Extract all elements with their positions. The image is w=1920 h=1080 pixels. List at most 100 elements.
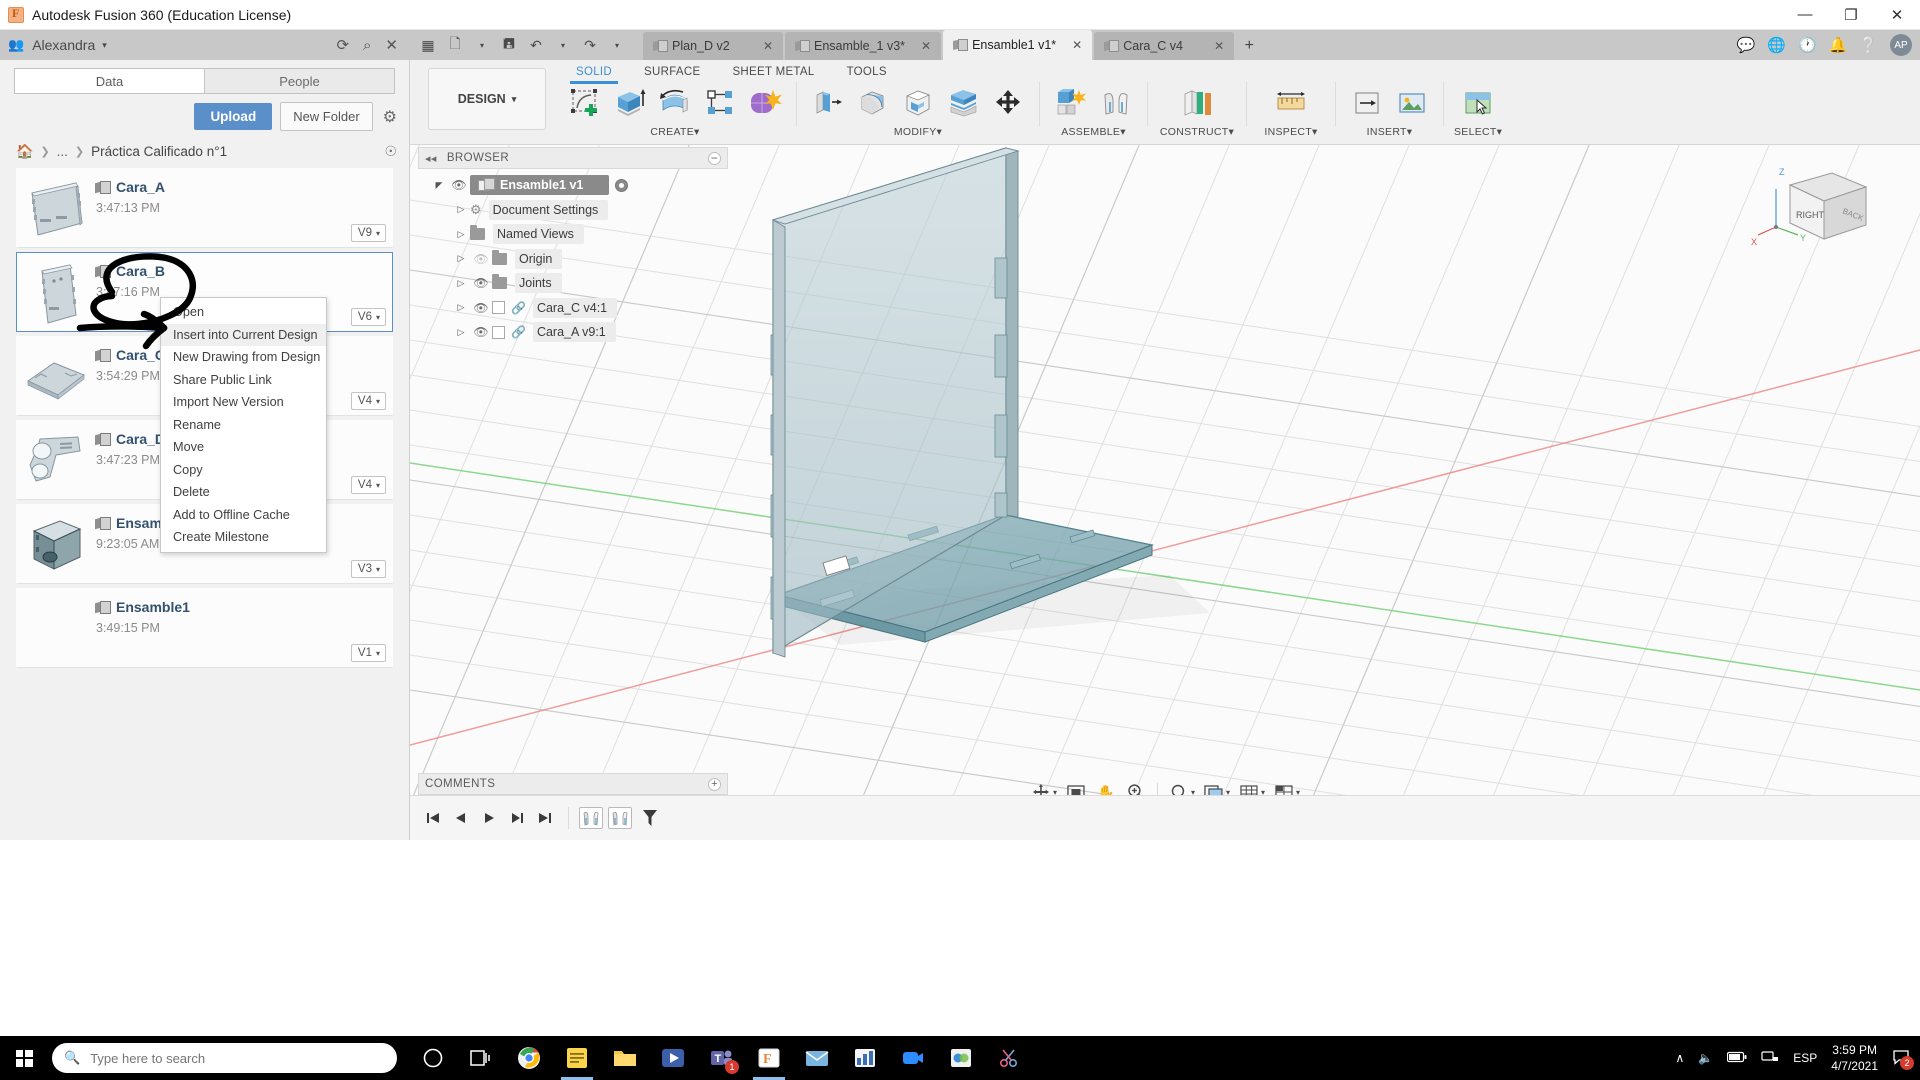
timeline-feature-joint[interactable]	[579, 807, 603, 829]
version-badge[interactable]: V3 ▾	[350, 560, 386, 578]
chevron-down-icon[interactable]: ▾	[470, 34, 494, 56]
new-tab-button[interactable]: +	[1236, 32, 1262, 60]
version-badge[interactable]: V4 ▾	[350, 476, 386, 494]
help-globe-icon[interactable]: 🌐	[1767, 36, 1786, 54]
list-item[interactable]: Ensamble1 3:49:15 PM V1 ▾	[16, 588, 393, 668]
undo-icon[interactable]: ↶	[524, 34, 548, 56]
close-panel-icon[interactable]: ✕	[385, 36, 398, 54]
tab-sheet-metal[interactable]: SHEET METAL	[716, 63, 830, 81]
revolve-icon[interactable]	[654, 83, 696, 123]
extrude-icon[interactable]	[609, 83, 651, 123]
joint-icon[interactable]	[1095, 83, 1137, 123]
context-menu-item-create-milestone[interactable]: Create Milestone	[161, 526, 326, 549]
expand-arrow-icon[interactable]: ◤	[430, 180, 448, 191]
context-menu-item-import-new-version[interactable]: Import New Version	[161, 391, 326, 414]
step-back-icon[interactable]	[448, 805, 474, 831]
visibility-eye-icon[interactable]: 👁	[448, 178, 470, 192]
scissors-icon[interactable]	[987, 1036, 1031, 1080]
mail-icon[interactable]	[795, 1036, 839, 1080]
bell-icon[interactable]: 🔔	[1829, 36, 1848, 54]
tree-node-cara-a[interactable]: ▷ 👁 🔗 Cara_A v9:1	[418, 320, 728, 345]
minimize-button[interactable]: —	[1782, 0, 1828, 30]
volume-icon[interactable]: 🔈	[1698, 1051, 1713, 1065]
workspace-switcher[interactable]: DESIGN ▾	[428, 68, 546, 130]
home-icon[interactable]: 🏠	[16, 143, 33, 160]
globe-icon[interactable]: ☉	[384, 143, 397, 160]
visibility-eye-icon[interactable]: 👁	[470, 276, 492, 290]
move-copy-icon[interactable]	[987, 83, 1029, 123]
context-menu-item-insert-into-current-design[interactable]: Insert into Current Design	[161, 323, 326, 346]
expand-arrow-icon[interactable]: ▷	[452, 253, 470, 264]
new-file-icon[interactable]: 🗋	[443, 34, 467, 56]
tab-solid[interactable]: SOLID	[560, 63, 628, 84]
document-tab[interactable]: Plan_D v2 ✕	[643, 32, 783, 60]
context-menu-item-open[interactable]: Open	[161, 301, 326, 324]
search-input[interactable]	[90, 1050, 385, 1066]
new-folder-button[interactable]: New Folder	[280, 102, 373, 131]
timeline-feature-joint[interactable]	[608, 807, 632, 829]
new-component-icon[interactable]	[1050, 83, 1092, 123]
collapse-icon[interactable]: ◂◂	[425, 152, 437, 165]
visibility-eye-off-icon[interactable]: 👁	[470, 252, 492, 266]
step-forward-icon[interactable]	[504, 805, 530, 831]
canvas-icon[interactable]	[1391, 83, 1433, 123]
avatar[interactable]: AP	[1890, 34, 1912, 56]
tray-chevron-up-icon[interactable]: ∧	[1676, 1051, 1685, 1065]
teams-icon[interactable]: T 1	[699, 1036, 743, 1080]
tab-tools[interactable]: TOOLS	[831, 63, 903, 81]
upload-button[interactable]: Upload	[194, 103, 273, 130]
version-badge[interactable]: V6 ▾	[350, 308, 386, 326]
expand-arrow-icon[interactable]: ▷	[452, 229, 470, 240]
battery-icon[interactable]	[1727, 1051, 1747, 1066]
context-menu-item-copy[interactable]: Copy	[161, 459, 326, 482]
network-icon[interactable]	[1761, 1050, 1779, 1067]
taskbar-search[interactable]: 🔍	[52, 1043, 397, 1073]
create-sketch-icon[interactable]	[564, 83, 606, 123]
close-tab-icon[interactable]: ✕	[1062, 38, 1082, 52]
tree-node-document-settings[interactable]: ▷ ⚙ Document Settings	[418, 198, 728, 223]
filter-icon[interactable]	[637, 805, 663, 831]
pattern-icon[interactable]	[699, 83, 741, 123]
skip-end-icon[interactable]	[532, 805, 558, 831]
visibility-eye-icon[interactable]: 👁	[470, 301, 492, 315]
refresh-icon[interactable]: ⟳	[336, 36, 349, 54]
excel-icon[interactable]	[843, 1036, 887, 1080]
version-badge[interactable]: V4 ▾	[350, 392, 386, 410]
version-badge[interactable]: V9 ▾	[350, 224, 386, 242]
grid-icon[interactable]: ▦	[416, 34, 440, 56]
skip-start-icon[interactable]	[420, 805, 446, 831]
zoom-app-icon[interactable]	[891, 1036, 935, 1080]
tree-node-named-views[interactable]: ▷ Named Views	[418, 222, 728, 247]
context-menu-item-rename[interactable]: Rename	[161, 414, 326, 437]
expand-arrow-icon[interactable]: ▷	[452, 302, 470, 313]
task-view-icon[interactable]	[459, 1036, 503, 1080]
context-menu-item-delete[interactable]: Delete	[161, 481, 326, 504]
document-tab[interactable]: Ensamble_1 v3* ✕	[785, 32, 942, 60]
document-tab-active[interactable]: Ensamble1 v1* ✕	[943, 30, 1093, 60]
context-menu-item-move[interactable]: Move	[161, 436, 326, 459]
clock-icon[interactable]: 🕐	[1798, 36, 1817, 54]
document-tab[interactable]: Cara_C v4 ✕	[1094, 32, 1235, 60]
activate-radio-icon[interactable]	[615, 178, 629, 192]
fusion360-icon[interactable]: F	[747, 1036, 791, 1080]
offset-plane-icon[interactable]	[1176, 83, 1218, 123]
component-checkbox[interactable]	[492, 301, 505, 315]
measure-icon[interactable]	[1270, 83, 1312, 123]
tab-data[interactable]: Data	[14, 68, 205, 94]
select-icon[interactable]	[1457, 83, 1499, 123]
3d-viewport[interactable]: ◂◂ BROWSER − ◤ 👁 Ensamble1 v1 ▷ ⚙ Docume…	[410, 145, 1920, 840]
chrome-icon[interactable]	[507, 1036, 551, 1080]
notification-center-icon[interactable]: 2	[1892, 1049, 1914, 1070]
redo-icon[interactable]: ↷	[578, 34, 602, 56]
component-checkbox[interactable]	[492, 325, 505, 339]
close-tab-icon[interactable]: ✕	[1204, 39, 1224, 53]
fillet-icon[interactable]	[852, 83, 894, 123]
cortana-icon[interactable]	[411, 1036, 455, 1080]
version-badge[interactable]: V1 ▾	[350, 644, 386, 662]
username-label[interactable]: Alexandra	[32, 37, 95, 53]
expand-arrow-icon[interactable]: ▷	[452, 327, 470, 338]
autodesk-icon[interactable]	[939, 1036, 983, 1080]
maximize-button[interactable]: ❐	[1828, 0, 1874, 30]
context-menu-item-add-to-offline-cache[interactable]: Add to Offline Cache	[161, 504, 326, 527]
context-menu-item-share-public-link[interactable]: Share Public Link	[161, 369, 326, 392]
